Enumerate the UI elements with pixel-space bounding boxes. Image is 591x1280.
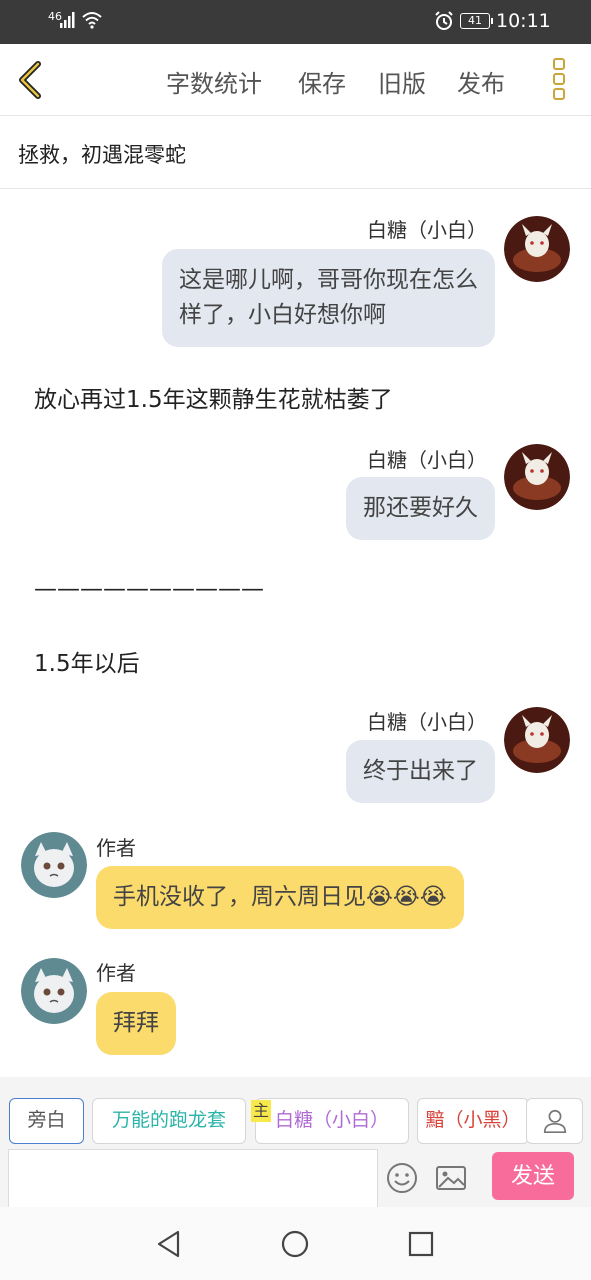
- speaker-name: 白糖（小白）: [367, 218, 487, 242]
- screen: 46 41 10:11 字数统计 保存 旧版 发布 拯救，初遇混零蛇 白糖（小白…: [0, 0, 591, 1280]
- avatar-baitang[interactable]: [504, 216, 570, 282]
- wifi-icon: [82, 12, 102, 29]
- avatar-author[interactable]: [21, 832, 87, 898]
- avatar-image: [504, 707, 570, 773]
- emoji-icon[interactable]: [385, 1161, 419, 1195]
- signal-icon: [60, 12, 75, 28]
- image-icon[interactable]: [434, 1161, 468, 1195]
- composer-bar: 发送: [0, 1149, 591, 1207]
- role-an[interactable]: 黯（小黑）: [417, 1098, 529, 1144]
- role-manage-button[interactable]: [526, 1098, 583, 1144]
- word-count-button[interactable]: 字数统计: [166, 64, 262, 99]
- message-line: 样了，小白好想你啊: [179, 302, 386, 328]
- role-narrator[interactable]: 旁白: [9, 1098, 84, 1144]
- role-selector-bar: 旁白 万能的跑龙套 白糖（小白） 黯（小黑）: [0, 1077, 591, 1149]
- avatar-image: [504, 444, 570, 510]
- nav-back-icon[interactable]: [154, 1229, 184, 1259]
- chapter-title[interactable]: 拯救，初遇混零蛇: [0, 117, 591, 189]
- publish-button[interactable]: 发布: [457, 64, 505, 99]
- battery-indicator: 41: [460, 13, 493, 29]
- nav-recent-icon[interactable]: [406, 1229, 436, 1259]
- clock: 10:11: [496, 10, 551, 32]
- message-line: 这是哪儿啊，哥哥你现在怎么: [179, 267, 478, 293]
- send-button[interactable]: 发送: [492, 1152, 574, 1200]
- avatar-author[interactable]: [21, 958, 87, 1024]
- speaker-name: 白糖（小白）: [367, 448, 487, 472]
- message-bubble: 手机没收了，周六周日见😭😭😭: [96, 866, 464, 929]
- message-input[interactable]: [8, 1149, 378, 1207]
- message-line: 终于出来了: [363, 758, 478, 784]
- speaker-name: 作者: [96, 961, 136, 985]
- message-bubble: 这是哪儿啊，哥哥你现在怎么 样了，小白好想你啊: [162, 249, 495, 347]
- avatar-image: [504, 216, 570, 282]
- status-bar: 46 41 10:11: [0, 0, 591, 44]
- speaker-name: 白糖（小白）: [367, 710, 487, 734]
- old-version-button[interactable]: 旧版: [378, 64, 426, 99]
- message-bubble: 拜拜: [96, 992, 176, 1055]
- system-nav-bar: [0, 1207, 591, 1280]
- message-bubble: 那还要好久: [346, 477, 495, 540]
- message-line: 那还要好久: [363, 495, 478, 521]
- avatar-image: [21, 958, 87, 1024]
- message-bubble: 终于出来了: [346, 740, 495, 803]
- divider-text: ——————————: [34, 576, 264, 602]
- save-button[interactable]: 保存: [298, 64, 346, 99]
- avatar-baitang[interactable]: [504, 707, 570, 773]
- narration-text: 1.5年以后: [34, 651, 140, 677]
- role-extra[interactable]: 万能的跑龙套: [92, 1098, 246, 1144]
- role-baitang[interactable]: 白糖（小白）: [255, 1098, 409, 1144]
- alarm-icon: [435, 11, 453, 30]
- back-icon[interactable]: [14, 58, 48, 102]
- main-role-tag: 主: [251, 1100, 271, 1122]
- speaker-name: 作者: [96, 836, 136, 860]
- narration-text: 放心再过1.5年这颗静生花就枯萎了: [34, 387, 393, 413]
- person-icon: [543, 1109, 566, 1134]
- nav-home-icon[interactable]: [280, 1229, 310, 1259]
- avatar-baitang[interactable]: [504, 444, 570, 510]
- editor-toolbar: 字数统计 保存 旧版 发布: [0, 44, 591, 116]
- avatar-image: [21, 832, 87, 898]
- more-icon[interactable]: [550, 56, 568, 106]
